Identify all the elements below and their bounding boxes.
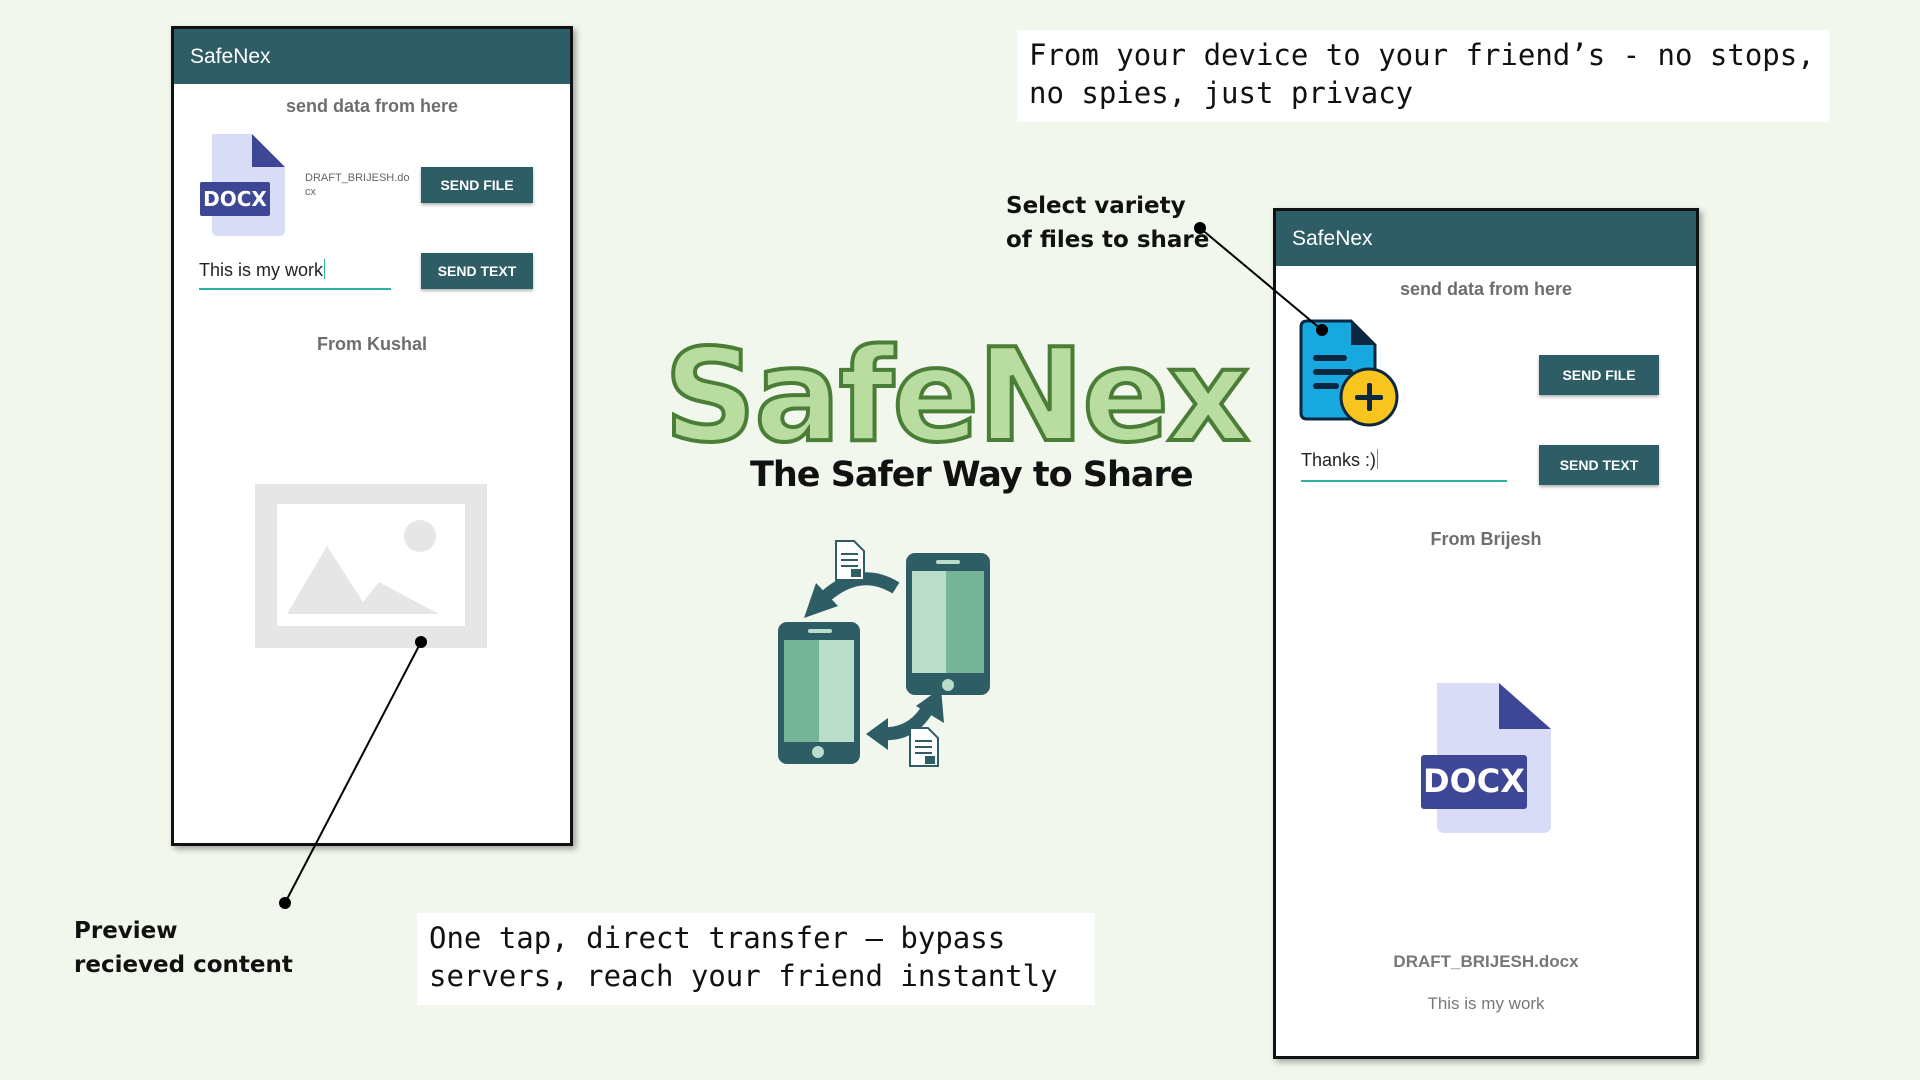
logo-title: SafeNex [662,320,1252,473]
phone-transfer-icon [778,540,990,767]
logo-tagline: The Safer Way to Share [750,455,1194,495]
